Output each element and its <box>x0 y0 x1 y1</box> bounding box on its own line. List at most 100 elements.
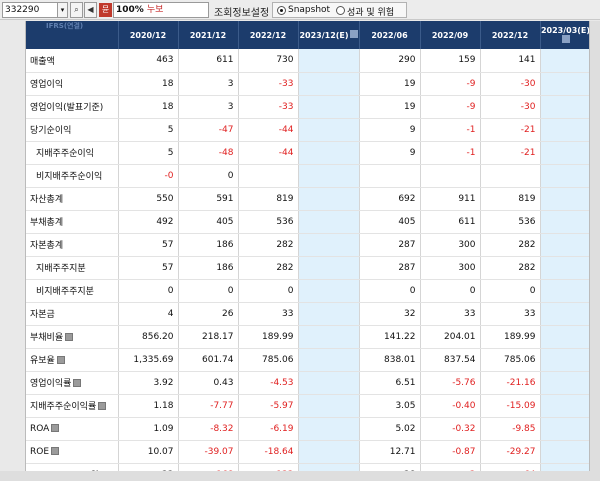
table-cell: 463 <box>118 49 179 73</box>
table-cell: -5.76 <box>420 371 481 395</box>
table-cell <box>540 95 589 119</box>
table-cell: 6.51 <box>359 371 421 395</box>
vertical-scrollbar[interactable] <box>590 21 600 471</box>
performance-radio[interactable] <box>336 6 345 15</box>
table-cell: 5 <box>118 118 179 142</box>
table-cell: -18.64 <box>238 440 299 464</box>
help-icon[interactable] <box>51 446 60 455</box>
table-row: 매출액 463 611 730 290 159 141 <box>26 49 589 73</box>
horizontal-scrollbar[interactable] <box>0 471 600 481</box>
toolbar: 332290 ▾ ⌕ ◀ 뮨 100% 누보 조회정보설정 Snapshot 성과… <box>0 0 600 20</box>
prev-arrow-icon[interactable]: ◀ <box>84 2 97 18</box>
row-label: 자산총계 <box>26 187 119 211</box>
estimate-info-icon[interactable] <box>562 34 570 43</box>
snapshot-label[interactable]: Snapshot <box>288 5 330 15</box>
row-label: 당기순이익 <box>26 118 119 142</box>
table-cell <box>540 440 589 464</box>
table-cell <box>540 417 589 441</box>
row-label-text: 당기순이익 <box>30 126 72 136</box>
table-cell: 536 <box>238 210 299 234</box>
table-cell: 492 <box>118 210 179 234</box>
table-cell: -44 <box>238 118 299 142</box>
table-cell <box>540 72 589 96</box>
table-cell: 550 <box>118 187 179 211</box>
row-label: 자본금 <box>26 302 119 326</box>
table-cell: 300 <box>420 256 481 280</box>
view-mode-group: Snapshot 성과 및 위험 <box>272 2 407 18</box>
table-cell: -21.16 <box>480 371 541 395</box>
col-header-estimate[interactable]: 2023/03(E) <box>540 21 590 49</box>
col-header: 2021/12 <box>178 21 239 49</box>
row-label: 비지배주주지분 <box>26 279 119 303</box>
table-cell: 9 <box>359 141 421 165</box>
col-header: 2022/06 <box>359 21 421 49</box>
table-cell: -1 <box>420 141 481 165</box>
row-label-text: 지배주주순이익률 <box>30 402 97 412</box>
help-icon[interactable] <box>73 379 82 387</box>
table-row: 지배주주순이익 5 -48 -44 9 -1 -21 <box>26 141 589 165</box>
table-row: 영업이익 18 3 -33 19 -9 -30 <box>26 72 589 96</box>
table-row: ROE 10.07 -39.07 -18.64 12.71 -0.87 -29.27 <box>26 440 589 464</box>
table-cell <box>540 394 589 418</box>
row-label: ROE <box>26 440 119 464</box>
table-cell: 3 <box>178 72 239 96</box>
code-dropdown-icon[interactable]: ▾ <box>57 2 68 18</box>
table-cell <box>298 164 360 188</box>
table-cell <box>540 49 589 73</box>
row-label: 부채비율 <box>26 325 119 349</box>
financial-grid: IFRS(연결) 2020/12 2021/12 2022/12 2023/12… <box>25 21 590 471</box>
table-cell: 0 <box>118 279 179 303</box>
hanja-icon[interactable]: 뮨 <box>99 3 112 17</box>
table-cell: -8.32 <box>178 417 239 441</box>
table-cell <box>540 371 589 395</box>
table-row: 유보율 1,335.69 601.74 785.06 838.01 837.54 785.0… <box>26 348 589 372</box>
table-cell: 0.43 <box>178 371 239 395</box>
table-cell: 19 <box>359 95 421 119</box>
table-cell: 287 <box>359 233 421 257</box>
help-icon[interactable] <box>65 333 74 341</box>
table-cell <box>298 233 360 257</box>
row-label-text: 비지배주주지분 <box>36 287 94 297</box>
table-cell: 405 <box>359 210 421 234</box>
table-cell: 282 <box>238 256 299 280</box>
col-header-label: 2023/03(E) <box>540 25 590 35</box>
stock-name-field[interactable]: 100% 누보 <box>113 2 209 18</box>
estimate-info-icon[interactable] <box>349 30 358 38</box>
search-icon[interactable]: ⌕ <box>70 2 83 18</box>
table-cell: -4.53 <box>238 371 299 395</box>
help-icon[interactable] <box>98 402 107 410</box>
table-cell: 3 <box>178 95 239 119</box>
table-cell: 186 <box>178 233 239 257</box>
row-label: 비지배주주순이익 <box>26 164 119 188</box>
settings-link[interactable]: 조회정보설정 <box>214 4 269 19</box>
table-cell: 405 <box>178 210 239 234</box>
row-label: 지배주주순이익률 <box>26 394 119 418</box>
row-label-text: 지배주주순이익 <box>36 149 94 159</box>
table-cell <box>298 279 360 303</box>
row-label: ROA <box>26 417 119 441</box>
row-label-text: 영업이익 <box>30 80 64 90</box>
table-cell: 1,335.69 <box>118 348 179 372</box>
table-cell <box>298 49 360 73</box>
table-cell: -64 <box>480 463 541 471</box>
stock-code-input[interactable]: 332290 <box>2 2 58 18</box>
row-label-text: 유보율 <box>30 356 55 366</box>
table-cell: -30 <box>480 95 541 119</box>
col-header-estimate[interactable]: 2023/12(E) <box>298 21 360 49</box>
snapshot-radio[interactable] <box>277 6 286 15</box>
table-cell: 28 <box>359 463 421 471</box>
table-cell: 282 <box>238 233 299 257</box>
table-cell: 9 <box>359 118 421 142</box>
table-cell: 0 <box>420 279 481 303</box>
table-cell: 0 <box>480 279 541 303</box>
table-cell: 186 <box>178 256 239 280</box>
help-icon[interactable] <box>56 356 65 364</box>
col-header: 2022/12 <box>480 21 541 49</box>
table-cell: 189.99 <box>480 325 541 349</box>
table-cell: -0.87 <box>420 440 481 464</box>
table-cell: 32 <box>359 302 421 326</box>
performance-label[interactable]: 성과 및 위험 <box>347 5 394 18</box>
help-icon[interactable] <box>51 423 60 432</box>
table-cell: 838.01 <box>359 348 421 372</box>
table-cell <box>298 118 360 142</box>
